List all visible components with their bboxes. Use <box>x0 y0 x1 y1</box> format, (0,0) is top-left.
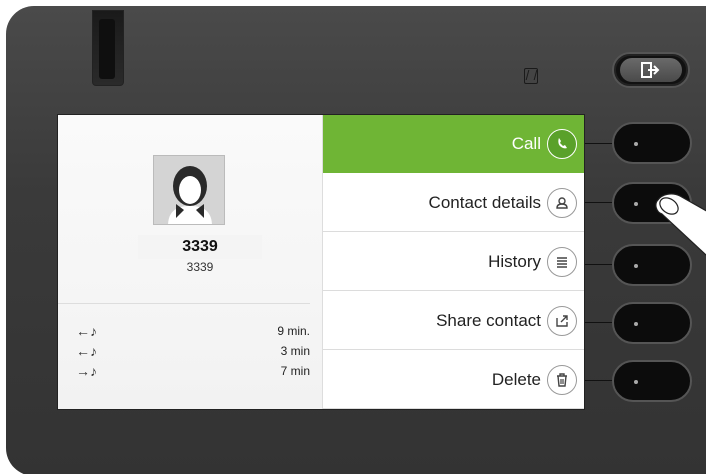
softkey-call[interactable] <box>612 122 692 164</box>
display-screen: 3339 3339 ←♪ 9 min. ←♪ 3 min →♪ 7 min Ca… <box>57 114 585 410</box>
menu-item-label: History <box>488 251 541 271</box>
contact-name: 3339 <box>138 235 262 259</box>
exit-icon <box>620 58 682 82</box>
menu-item-label: Share contact <box>436 310 541 330</box>
history-entry: ←♪ 9 min. <box>76 321 310 341</box>
menu-item-share-contact[interactable]: Share contact <box>323 292 584 350</box>
softkey-connector <box>585 143 614 144</box>
context-menu: Call Contact details History Share conta… <box>322 115 584 409</box>
phone-icon <box>547 128 577 159</box>
softkey-connector <box>585 264 614 265</box>
history-duration: 3 min <box>280 344 310 358</box>
share-icon <box>547 305 577 336</box>
nfc-icon <box>524 68 538 84</box>
exit-button[interactable] <box>612 52 690 88</box>
softkey-connector <box>585 322 614 323</box>
history-duration: 7 min <box>280 364 310 378</box>
softkey-connector <box>585 380 614 381</box>
menu-item-contact-details[interactable]: Contact details <box>323 174 584 232</box>
handset-cradle <box>92 10 124 86</box>
trash-icon <box>547 364 577 395</box>
contact-panel: 3339 3339 ←♪ 9 min. ←♪ 3 min →♪ 7 min <box>58 115 322 409</box>
menu-item-label: Delete <box>491 369 541 389</box>
menu-item-label: Call <box>511 133 541 153</box>
contact-icon <box>547 187 577 218</box>
incoming-call-icon: ←♪ <box>76 343 97 359</box>
list-icon <box>547 246 577 277</box>
avatar <box>153 155 225 225</box>
contact-number: 3339 <box>186 260 214 274</box>
softkey-share-contact[interactable] <box>612 302 692 344</box>
history-duration: 9 min. <box>277 324 310 338</box>
divider <box>58 303 310 304</box>
outgoing-call-icon: →♪ <box>76 363 97 379</box>
softkey-connector <box>585 202 614 203</box>
menu-item-label: Contact details <box>428 192 541 212</box>
history-entry: ←♪ 3 min <box>76 341 310 361</box>
pointing-finger-icon <box>655 193 706 256</box>
history-entry: →♪ 7 min <box>76 361 310 381</box>
menu-item-history[interactable]: History <box>323 233 584 291</box>
menu-item-call[interactable]: Call <box>323 115 584 173</box>
person-silhouette-icon <box>154 156 224 224</box>
incoming-call-icon: ←♪ <box>76 323 97 339</box>
softkey-delete[interactable] <box>612 360 692 402</box>
menu-item-delete[interactable]: Delete <box>323 351 584 409</box>
